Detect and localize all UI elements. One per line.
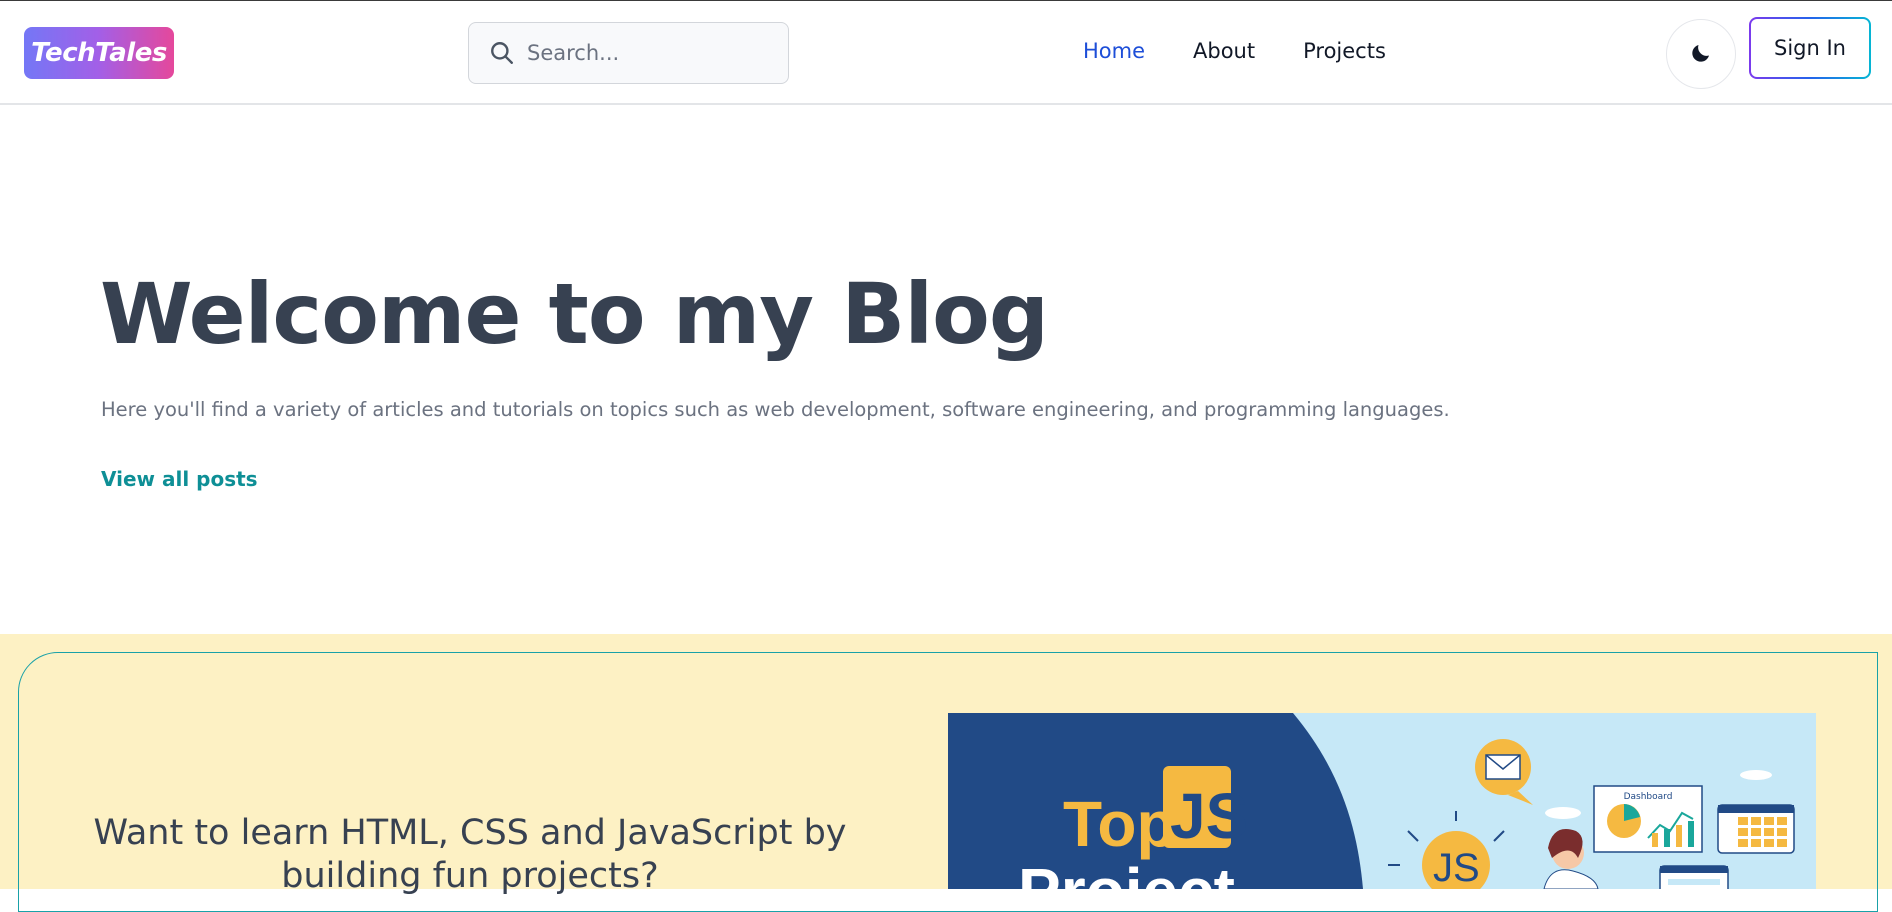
moon-icon <box>1689 41 1713 68</box>
search-box[interactable] <box>468 22 789 84</box>
search-input[interactable] <box>527 41 767 65</box>
promo-title-top: Top <box>1063 788 1176 860</box>
search-icon <box>487 38 517 68</box>
hero-subtitle: Here you'll find a variety of articles a… <box>101 398 1450 421</box>
view-all-posts-link[interactable]: View all posts <box>101 467 258 491</box>
sign-in-button[interactable]: Sign In <box>1749 17 1871 79</box>
theme-toggle-button[interactable] <box>1666 19 1736 89</box>
promo-image[interactable]: Top JS Project JS Dashboard <box>948 713 1816 889</box>
nav-projects[interactable]: Projects <box>1303 39 1386 63</box>
nav-about[interactable]: About <box>1193 39 1255 63</box>
page-title: Welcome to my Blog <box>100 265 1049 363</box>
promo-badge-js: JS <box>1433 846 1480 889</box>
sign-in-label: Sign In <box>1751 19 1869 77</box>
main-nav: Home About Projects <box>1083 39 1434 63</box>
promo-title-js: JS <box>1170 780 1248 852</box>
promo-title-main: Project <box>1018 855 1235 889</box>
dashboard-label: Dashboard <box>1624 792 1673 802</box>
site-logo[interactable]: TechTales <box>24 27 174 79</box>
site-header: TechTales Home About Projects Sign In <box>0 0 1892 105</box>
promo-heading: Want to learn HTML, CSS and JavaScript b… <box>93 813 847 896</box>
nav-home[interactable]: Home <box>1083 39 1145 63</box>
